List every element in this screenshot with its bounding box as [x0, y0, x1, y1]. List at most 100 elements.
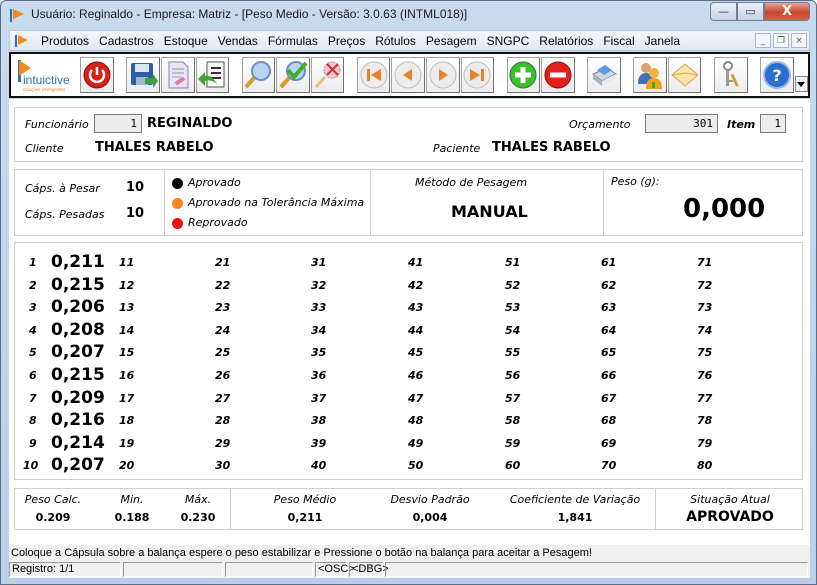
- max-value: 0.230: [180, 511, 216, 524]
- next-record-button[interactable]: [425, 57, 460, 93]
- slot-weight: 0,207: [51, 455, 105, 476]
- slot-weight: 0,215: [51, 274, 105, 295]
- status-registro: Registro: 1/1: [9, 562, 121, 577]
- minimize-button[interactable]: —: [710, 2, 737, 21]
- slot-number: 28: [215, 414, 231, 428]
- help-button[interactable]: ?: [760, 57, 794, 93]
- status-cell-3: [225, 562, 313, 577]
- menu-app-icon[interactable]: [14, 34, 30, 48]
- toolbar-overflow-button[interactable]: [794, 76, 809, 92]
- chevron-down-icon: [797, 81, 806, 87]
- slot-number: 59: [505, 436, 521, 450]
- cv-label: Coeficiente de Variação: [509, 493, 641, 506]
- instruction-message: Coloque a Cápsula sobre a balança espere…: [9, 545, 810, 562]
- menu-precos[interactable]: Preços: [323, 34, 370, 48]
- slot-number: 29: [215, 436, 231, 450]
- slot-number: 54: [505, 323, 521, 337]
- menu-cadastros[interactable]: Cadastros: [94, 34, 159, 48]
- mdi-close-button[interactable]: ×: [791, 33, 807, 48]
- restore-icon: ❐: [776, 35, 786, 46]
- funcionario-id-field[interactable]: 1: [94, 114, 142, 133]
- slot-number: 23: [215, 301, 231, 315]
- last-record-icon: [463, 61, 491, 89]
- legend-tolerancia: Aprovado na Tolerância Máxima: [188, 196, 365, 209]
- item-field[interactable]: 1: [760, 114, 786, 133]
- status-osc: <OSC>: [315, 562, 355, 577]
- peso-medio-value: 0,211: [287, 511, 323, 524]
- slot-number: 26: [215, 369, 231, 382]
- slot-number: 8: [29, 414, 37, 428]
- slot-weight: 0,216: [51, 410, 105, 431]
- remove-button[interactable]: [541, 57, 575, 93]
- slot-number: 52: [505, 278, 521, 292]
- toolbar: intuictive soluções inteligentes ?: [9, 52, 810, 98]
- mdi-minimize-button[interactable]: _: [755, 33, 771, 48]
- menu-estoque[interactable]: Estoque: [159, 34, 213, 48]
- caps-a-pesar-label: Cáps. à Pesar: [25, 182, 100, 195]
- search-clear-icon: [314, 61, 341, 89]
- logo-tagline: soluções inteligentes: [23, 87, 66, 92]
- menu-vendas[interactable]: Vendas: [213, 34, 263, 48]
- intuictive-logo: intuictive soluções inteligentes: [17, 56, 76, 94]
- menu-bar: Produtos Cadastros Estoque Vendas Fórmul…: [9, 30, 810, 51]
- exit-button[interactable]: [80, 57, 114, 93]
- logo-text: intuictive: [23, 73, 70, 87]
- funcionario-label: Funcionário: [25, 118, 89, 131]
- cv-value: 1,841: [557, 511, 593, 524]
- add-button[interactable]: [506, 57, 541, 93]
- status-dbg: <DBG>: [349, 562, 389, 577]
- first-record-button[interactable]: [356, 57, 391, 93]
- menu-fiscal[interactable]: Fiscal: [598, 34, 639, 48]
- slot-number: 57: [505, 391, 521, 405]
- print-button[interactable]: [587, 57, 621, 93]
- min-label: Min.: [120, 493, 144, 506]
- slot-number: 27: [215, 391, 231, 405]
- slot-number: 20: [119, 459, 135, 473]
- close-button[interactable]: X: [764, 2, 810, 21]
- slot-number: 72: [697, 278, 713, 292]
- save-button[interactable]: [126, 57, 160, 93]
- menu-janela[interactable]: Janela: [640, 34, 685, 48]
- last-record-button[interactable]: [460, 57, 495, 93]
- maximize-button[interactable]: ▭: [737, 2, 764, 21]
- slot-weight: 0,211: [51, 252, 105, 272]
- status-cell-6: [385, 562, 808, 577]
- slot-number: 62: [601, 278, 617, 292]
- search-clear-button[interactable]: [310, 57, 345, 93]
- users-button[interactable]: [633, 57, 667, 93]
- keys-button[interactable]: [713, 57, 748, 93]
- menu-produtos[interactable]: Produtos: [36, 34, 94, 48]
- mail-button[interactable]: [667, 57, 702, 93]
- search-confirm-button[interactable]: [276, 57, 310, 93]
- funcionario-name: REGINALDO: [147, 116, 233, 131]
- peso-calc-value: 0.209: [35, 511, 71, 524]
- search-button[interactable]: [241, 57, 276, 93]
- slot-number: 7: [29, 391, 37, 405]
- slot-number: 75: [697, 346, 713, 360]
- add-icon: [509, 61, 537, 89]
- printer-icon: [592, 65, 618, 86]
- menu-sngpc[interactable]: SNGPC: [482, 34, 535, 48]
- return-list-icon: [198, 61, 225, 88]
- slot-number: 41: [408, 256, 424, 269]
- slot-number: 18: [119, 414, 135, 428]
- edit-button[interactable]: [160, 57, 195, 93]
- min-value: 0.188: [114, 511, 150, 524]
- slot-number: 30: [215, 459, 231, 473]
- slot-number: 77: [697, 391, 713, 405]
- slot-number: 12: [119, 278, 135, 292]
- slot-number: 5: [29, 346, 37, 360]
- power-icon: [83, 61, 111, 89]
- menu-formulas[interactable]: Fórmulas: [263, 34, 323, 48]
- maximize-icon: ▭: [745, 5, 756, 18]
- paciente-name: THALES RABELO: [492, 140, 611, 155]
- desvio-value: 0,004: [412, 511, 448, 524]
- mdi-restore-button[interactable]: ❐: [773, 33, 789, 48]
- menu-relatorios[interactable]: Relatórios: [534, 34, 598, 48]
- slot-weight: 0,208: [51, 319, 105, 340]
- menu-pesagem[interactable]: Pesagem: [421, 34, 482, 48]
- return-button[interactable]: [195, 57, 230, 93]
- orcamento-field[interactable]: 301: [645, 114, 718, 133]
- previous-record-button[interactable]: [391, 57, 425, 93]
- menu-rotulos[interactable]: Rótulos: [370, 34, 421, 48]
